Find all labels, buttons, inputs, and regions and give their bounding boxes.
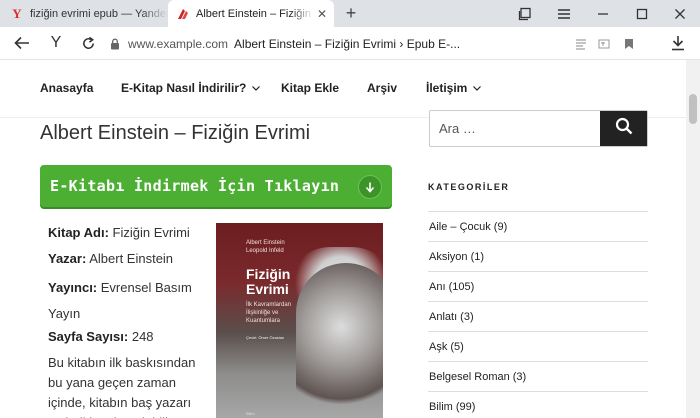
translate-icon[interactable] bbox=[597, 37, 611, 51]
tab-title: fiziğin evrimi epub — Yandex bbox=[30, 7, 168, 20]
category-item[interactable]: Aile – Çocuk (9) bbox=[428, 211, 648, 241]
book-info: Kitap Adı: Fiziğin Evrimi Yazar: Albert … bbox=[48, 223, 208, 418]
scrollbar-thumb[interactable] bbox=[689, 94, 697, 124]
close-tab-icon[interactable]: ✕ bbox=[314, 7, 330, 21]
nav-item-contact[interactable]: İletişim bbox=[426, 81, 482, 95]
nav-item-label: Kitap Ekle bbox=[281, 81, 340, 95]
cover-subtitle: İlk Kavramlardan İlişkinliğe ve Kuantuml… bbox=[246, 302, 292, 324]
back-icon[interactable] bbox=[10, 31, 34, 55]
url-host: www.example.com bbox=[128, 36, 229, 51]
category-item[interactable]: Bilim (99) bbox=[428, 391, 648, 418]
maximize-icon[interactable] bbox=[626, 0, 658, 27]
nav-item-add-book[interactable]: Kitap Ekle bbox=[281, 81, 339, 95]
chevron-down-icon bbox=[473, 84, 482, 93]
tab-einstein-page[interactable]: Albert Einstein – Fiziğin Evrimi ✕ bbox=[168, 0, 334, 27]
search-input[interactable] bbox=[430, 111, 600, 146]
download-icon[interactable] bbox=[670, 35, 686, 51]
reload-icon[interactable] bbox=[76, 31, 100, 55]
download-ebook-button[interactable]: E-Kitabı İndirmek İçin Tıklayın bbox=[40, 165, 392, 207]
nav-item-label: İletişim bbox=[426, 81, 468, 95]
yandex-icon[interactable]: Y bbox=[44, 31, 68, 55]
menu-icon[interactable] bbox=[548, 0, 580, 27]
address-bar: Y www.example.com Albert Einstein – Fizi… bbox=[0, 27, 700, 60]
categories-heading: KATEGORİLER bbox=[428, 182, 510, 192]
cover-publisher: Bilim bbox=[246, 411, 255, 416]
publisher-row: Yayıncı: Evrensel Basım Yayın bbox=[48, 275, 208, 327]
close-icon[interactable] bbox=[664, 0, 696, 27]
nav-item-label: Arşiv bbox=[367, 81, 398, 95]
category-item[interactable]: Belgesel Roman (3) bbox=[428, 361, 648, 391]
download-button-label: E-Kitabı İndirmek İçin Tıklayın bbox=[50, 177, 340, 195]
url-page-title: Albert Einstein – Fiziğin Evrimi › Epub … bbox=[234, 36, 461, 51]
cover-translator: Çeviri: Ömer Özaslan bbox=[246, 335, 285, 340]
category-item[interactable]: Anlatı (3) bbox=[428, 301, 648, 331]
field-label: Kitap Adı: bbox=[48, 225, 109, 240]
category-list: Aile – Çocuk (9) Aksiyon (1) Anı (105) A… bbox=[428, 211, 648, 418]
download-arrow-icon bbox=[358, 175, 382, 199]
new-tab-button[interactable]: + bbox=[341, 3, 361, 23]
field-value: 248 bbox=[131, 329, 154, 344]
nav-item-home[interactable]: Anasayfa bbox=[40, 81, 93, 95]
search-box bbox=[429, 110, 648, 147]
site-favicon-icon bbox=[176, 7, 190, 21]
page-scrollbar[interactable] bbox=[686, 60, 700, 418]
reader-icon[interactable] bbox=[574, 37, 588, 51]
field-label: Yayıncı: bbox=[48, 280, 98, 295]
cover-portrait bbox=[296, 263, 383, 418]
category-item[interactable]: Aksiyon (1) bbox=[428, 241, 648, 271]
tabs-icon[interactable] bbox=[509, 0, 541, 27]
cover-title: Fiziğin Evrimi bbox=[246, 266, 291, 297]
category-item[interactable]: Aşk (5) bbox=[428, 331, 648, 361]
field-value: Albert Einstein bbox=[89, 251, 174, 266]
url-field[interactable]: www.example.com Albert Einstein – Fiziği… bbox=[108, 31, 648, 56]
field-value: Fiziğin Evrimi bbox=[112, 225, 190, 240]
tab-bar: Y fiziğin evrimi epub — Yandex Albert Ei… bbox=[0, 0, 700, 27]
book-description: Bu kitabın ilk baskısından bu yana geçen… bbox=[48, 355, 196, 418]
book-name-row: Kitap Adı: Fiziğin Evrimi bbox=[48, 223, 208, 243]
lock-icon[interactable] bbox=[108, 38, 122, 50]
cover-authors: Albert Einstein Leopold Infeld bbox=[246, 240, 285, 254]
nav-item-label: Anasayfa bbox=[40, 81, 94, 95]
tab-title: Albert Einstein – Fiziğin Evrimi bbox=[196, 7, 314, 20]
minimize-icon[interactable] bbox=[587, 0, 619, 27]
field-label: Yazar: bbox=[48, 251, 87, 266]
tab-yandex-search[interactable]: Y fiziğin evrimi epub — Yandex bbox=[0, 0, 168, 27]
post-title: Albert Einstein – Fiziğin Evrimi bbox=[40, 122, 311, 144]
bookmark-icon[interactable] bbox=[622, 37, 636, 51]
search-button[interactable] bbox=[600, 111, 647, 146]
yandex-icon: Y bbox=[12, 5, 22, 21]
book-cover-image[interactable]: Albert Einstein Leopold Infeld Fiziğin E… bbox=[216, 223, 383, 418]
page-content: Anasayfa E-Kitap Nasıl İndirilir? Kitap … bbox=[0, 60, 686, 418]
nav-item-archive[interactable]: Arşiv bbox=[367, 81, 397, 95]
search-icon bbox=[615, 117, 633, 140]
chevron-down-icon bbox=[252, 84, 261, 93]
category-item[interactable]: Anı (105) bbox=[428, 271, 648, 301]
field-label: Sayfa Sayısı: bbox=[48, 329, 129, 344]
nav-item-how-to-download[interactable]: E-Kitap Nasıl İndirilir? bbox=[121, 81, 261, 95]
author-row: Yazar: Albert Einstein bbox=[48, 249, 208, 269]
page-count-row: Sayfa Sayısı: 248 bbox=[48, 327, 208, 347]
nav-item-label: E-Kitap Nasıl İndirilir? bbox=[121, 81, 247, 95]
